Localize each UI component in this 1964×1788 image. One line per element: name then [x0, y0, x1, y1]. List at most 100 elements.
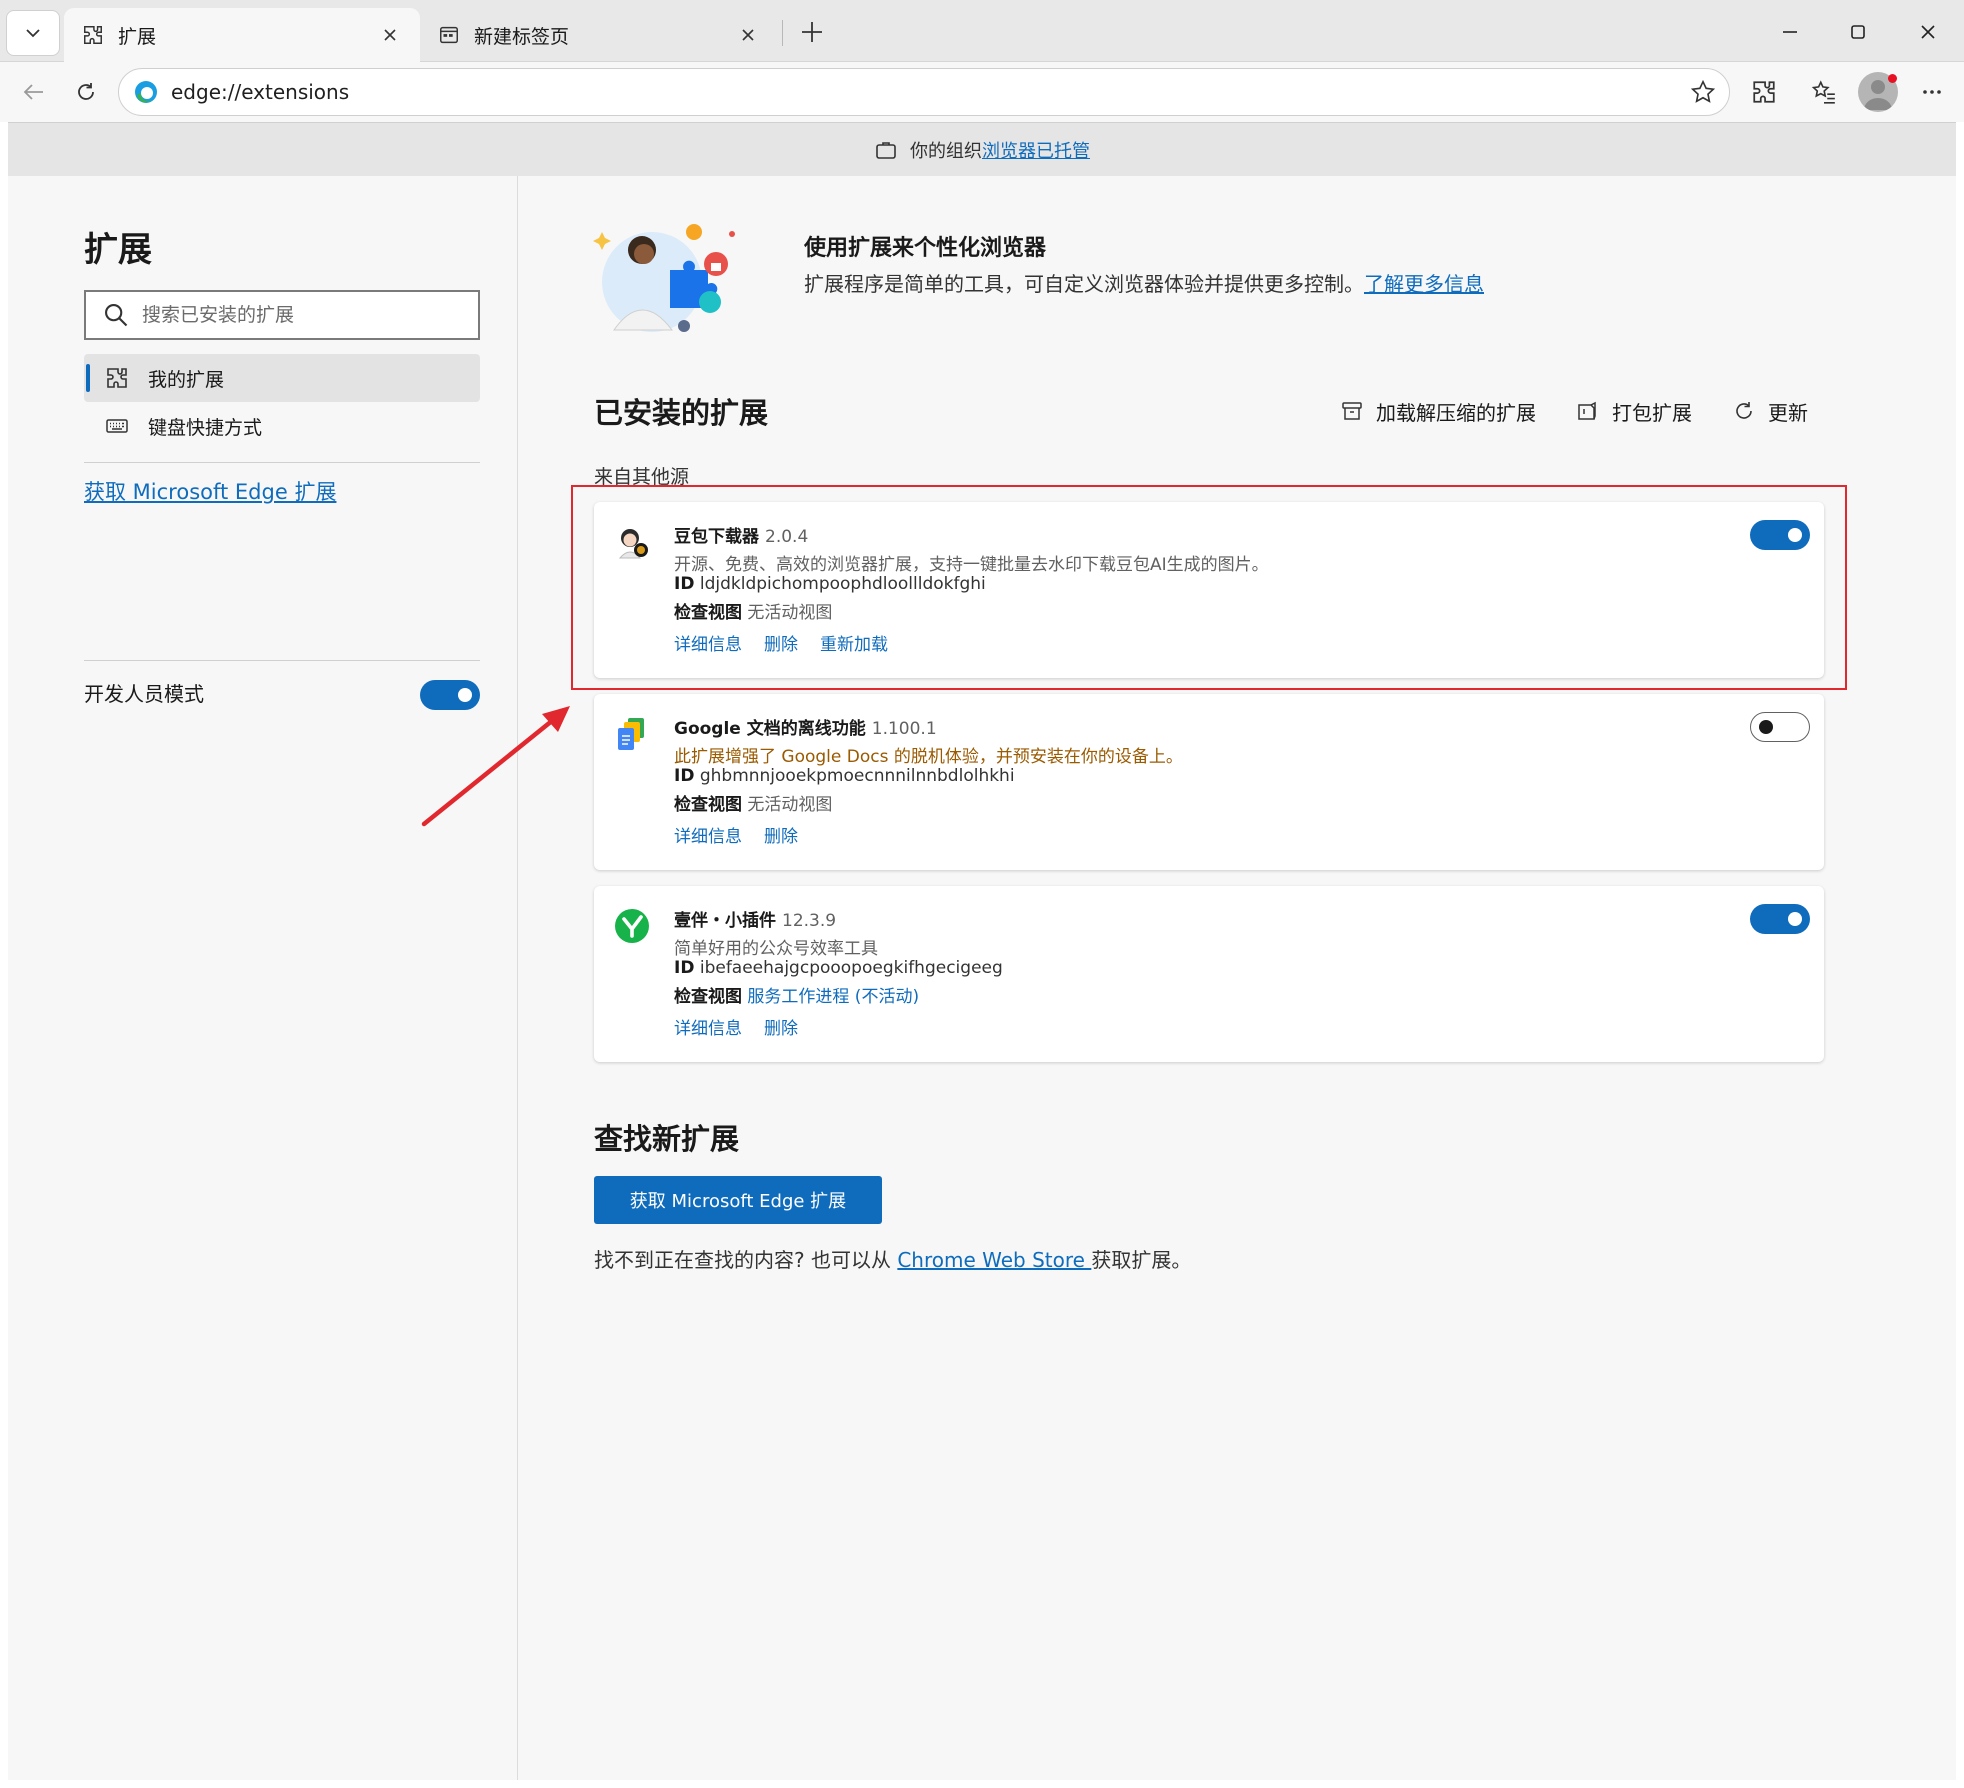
tab-title: 扩展	[118, 25, 157, 48]
sidebar-item-label: 键盘快捷方式	[148, 416, 263, 439]
sidebar-item-keyboard-shortcuts[interactable]: 键盘快捷方式	[84, 402, 480, 450]
managed-banner: 你的组织 浏览器已托管	[8, 122, 1956, 176]
extension-name: Google 文档的离线功能 1.100.1	[674, 714, 937, 739]
service-worker-link[interactable]: 服务工作进程 (不活动)	[747, 987, 919, 1007]
installed-extensions-title: 已安装的扩展	[594, 396, 769, 430]
maximize-button[interactable]	[1836, 12, 1880, 52]
puzzle-icon	[80, 22, 106, 48]
tab-separator	[782, 20, 783, 46]
address-bar[interactable]: edge://extensions	[118, 68, 1730, 116]
tab-new-tab[interactable]: 新建标签页	[420, 8, 778, 62]
favorite-star-button[interactable]	[1683, 72, 1723, 112]
id-label: ID	[674, 958, 695, 978]
close-tab-icon[interactable]	[376, 21, 404, 49]
extension-enable-toggle[interactable]	[1750, 904, 1810, 934]
hero-title: 使用扩展来个性化浏览器	[804, 236, 1047, 261]
tab-title: 新建标签页	[474, 25, 570, 48]
search-input[interactable]	[142, 304, 478, 326]
minimize-button[interactable]	[1768, 12, 1812, 52]
notification-dot	[1888, 74, 1897, 83]
extension-version: 1.100.1	[871, 719, 937, 739]
load-unpacked-button[interactable]: 加载解压缩的扩展	[1338, 394, 1536, 428]
newtab-icon	[436, 22, 462, 48]
managed-text: 你的组织	[910, 140, 982, 162]
refresh-icon	[78, 83, 94, 100]
minimize-icon	[1783, 31, 1797, 33]
inspect-views: 检查视图 服务工作进程 (不活动)	[674, 982, 919, 1007]
sidebar-title: 扩展	[84, 230, 152, 270]
hero-description-text: 扩展程序是简单的工具，可自定义浏览器体验并提供更多控制。	[804, 272, 1364, 296]
find-desc-prefix: 找不到正在查找的内容? 也可以从	[594, 1248, 898, 1272]
developer-mode-label: 开发人员模式	[84, 682, 204, 706]
back-arrow-icon	[23, 84, 43, 100]
learn-more-link[interactable]: 了解更多信息	[1364, 272, 1484, 296]
annotation-arrow	[421, 706, 570, 827]
chevron-down-icon	[26, 29, 40, 38]
more-icon	[1923, 90, 1941, 94]
highlight-annotation-box	[571, 485, 1847, 690]
close-tab-icon[interactable]	[734, 21, 762, 49]
extension-version: 12.3.9	[782, 911, 837, 931]
google-docs-offline-icon	[618, 718, 644, 750]
extensions-button[interactable]	[1744, 72, 1784, 112]
inspect-value: 无活动视图	[747, 795, 833, 815]
sidebar-item-my-extensions[interactable]: 我的扩展	[84, 354, 480, 402]
sidebar-item-label: 我的扩展	[148, 368, 225, 391]
new-tab-button[interactable]	[790, 12, 834, 52]
pack-extension-button[interactable]: 打包扩展	[1574, 394, 1692, 428]
settings-more-button[interactable]	[1912, 72, 1952, 112]
search-icon	[105, 304, 128, 327]
hero-illustration	[593, 224, 735, 332]
extension-enable-toggle[interactable]	[1750, 712, 1810, 742]
get-edge-extensions-button[interactable]: 获取 Microsoft Edge 扩展	[594, 1176, 882, 1224]
update-label: 更新	[1768, 400, 1808, 425]
refresh-icon	[1730, 397, 1758, 425]
id-label: ID	[674, 766, 695, 786]
get-edge-extensions-link[interactable]: 获取 Microsoft Edge 扩展	[84, 476, 336, 506]
find-extensions-title: 查找新扩展	[594, 1122, 740, 1156]
extension-description: 简单好用的公众号效率工具	[674, 939, 878, 959]
tab-actions-menu-button[interactable]	[6, 10, 60, 56]
refresh-button[interactable]	[66, 72, 106, 112]
close-window-button[interactable]	[1906, 12, 1950, 52]
inspect-label: 检查视图	[674, 987, 742, 1007]
details-link[interactable]: 详细信息	[674, 827, 742, 847]
update-button[interactable]: 更新	[1730, 394, 1808, 428]
remove-link[interactable]: 删除	[764, 827, 798, 847]
chrome-web-store-link[interactable]: Chrome Web Store	[897, 1248, 1091, 1272]
briefcase-icon	[876, 141, 896, 159]
extension-links: 详细信息 删除	[674, 1014, 820, 1039]
edge-logo-icon	[135, 81, 157, 103]
star-icon	[1690, 79, 1716, 103]
details-link[interactable]: 详细信息	[674, 1019, 742, 1039]
sidebar-divider	[84, 660, 480, 661]
remove-link[interactable]: 删除	[764, 1019, 798, 1039]
yiban-extension-icon	[615, 909, 649, 943]
id-value: ibefaeehajgcpooopoegkifhgecigeeg	[699, 958, 1003, 978]
sidebar-divider	[84, 462, 480, 463]
extension-id: ID ibefaeehajgcpooopoegkifhgecigeeg	[674, 958, 1003, 978]
tab-extensions[interactable]: 扩展	[64, 8, 420, 62]
extension-description: 此扩展增强了 Google Docs 的脱机体验，并预安装在你的设备上。	[674, 747, 1183, 767]
extension-card-google-docs-offline: Google 文档的离线功能 1.100.1 此扩展增强了 Google Docs…	[594, 694, 1824, 870]
search-box[interactable]	[84, 290, 480, 340]
archive-icon	[1338, 397, 1366, 425]
id-value: ghbmnnjooekpmoecnnnilnnbdlolhkhi	[699, 766, 1015, 786]
extension-name: 壹伴・小插件 12.3.9	[674, 906, 836, 931]
address-text: edge://extensions	[171, 80, 350, 104]
favorites-button[interactable]	[1804, 72, 1844, 112]
managed-link[interactable]: 浏览器已托管	[982, 137, 1090, 163]
load-unpacked-label: 加载解压缩的扩展	[1376, 400, 1536, 425]
package-icon	[1574, 397, 1602, 425]
extension-name-text: 壹伴・小插件	[674, 911, 776, 931]
extension-id: ID ghbmnnjooekpmoecnnnilnnbdlolhkhi	[674, 766, 1015, 786]
plus-icon	[802, 22, 822, 42]
hero-description: 扩展程序是简单的工具，可自定义浏览器体验并提供更多控制。了解更多信息	[804, 268, 1484, 297]
close-icon	[1921, 25, 1935, 39]
puzzle-icon	[1753, 81, 1775, 103]
inspect-views: 检查视图 无活动视图	[674, 790, 832, 815]
maximize-icon	[1851, 25, 1865, 39]
back-button[interactable]	[14, 72, 54, 112]
tab-strip: 扩展 新建标签页	[0, 0, 1964, 62]
pack-extension-label: 打包扩展	[1612, 400, 1692, 425]
